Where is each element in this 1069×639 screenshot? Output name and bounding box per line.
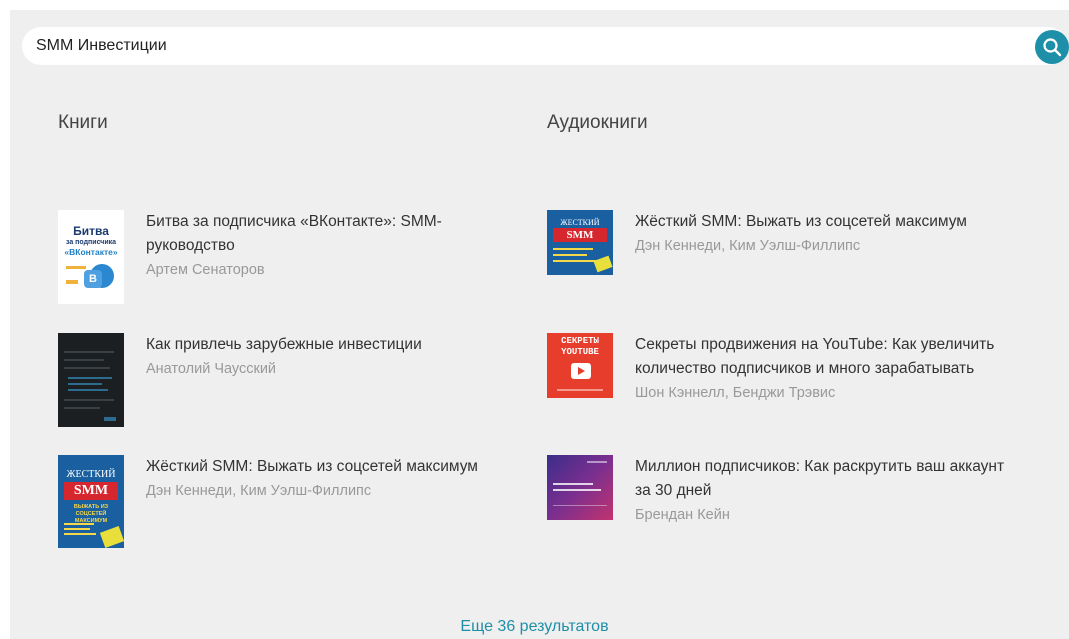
more-results-link[interactable]: Еще 36 результатов — [0, 618, 1069, 636]
audiobooks-heading: Аудиокниги — [547, 112, 648, 133]
books-heading: Книги — [58, 112, 108, 133]
audiobook-title[interactable]: Жёсткий SMM: Выжать из соцсетей максимум — [635, 210, 1005, 234]
search-icon — [1043, 38, 1062, 57]
results-panel — [10, 10, 1069, 639]
book-author: Артем Сенаторов — [146, 262, 265, 278]
audiobook-author: Брендан Кейн — [635, 507, 730, 523]
book-author: Дэн Кеннеди, Ким Уэлш-Филлипс — [146, 483, 372, 499]
audiobook-cover-1[interactable]: ЖЕСТКИЙ SMM — [547, 210, 613, 275]
book-title[interactable]: Как привлечь зарубежные инвестиции — [146, 333, 516, 357]
search-button[interactable] — [1035, 30, 1069, 64]
audiobook-author: Шон Кэннелл, Бенджи Трэвис — [635, 385, 836, 401]
audiobook-cover-3[interactable] — [547, 455, 613, 520]
audiobook-author: Дэн Кеннеди, Ким Уэлш-Филлипс — [635, 238, 861, 254]
book-author: Анатолий Чаусский — [146, 361, 277, 377]
search-input[interactable] — [36, 27, 996, 65]
book-cover-1[interactable]: Битва за подписчика «ВКонтакте» B — [58, 210, 124, 304]
book-title[interactable]: Жёсткий SMM: Выжать из соцсетей максимум — [146, 455, 516, 479]
audiobook-cover-2[interactable]: СЕКРЕТЫ YOUTUBE — [547, 333, 613, 398]
book-cover-3[interactable]: ЖЕСТКИЙ SMM ВЫЖАТЬ ИЗ СОЦСЕТЕЙ МАКСИМУМ — [58, 455, 124, 548]
search-bar — [22, 27, 1067, 65]
book-title[interactable]: Битва за подписчика «ВКонтакте»: SMM-рук… — [146, 210, 516, 258]
book-cover-2[interactable] — [58, 333, 124, 427]
audiobook-title[interactable]: Секреты продвижения на YouTube: Как увел… — [635, 333, 1005, 381]
audiobook-title[interactable]: Миллион подписчиков: Как раскрутить ваш … — [635, 455, 1005, 503]
